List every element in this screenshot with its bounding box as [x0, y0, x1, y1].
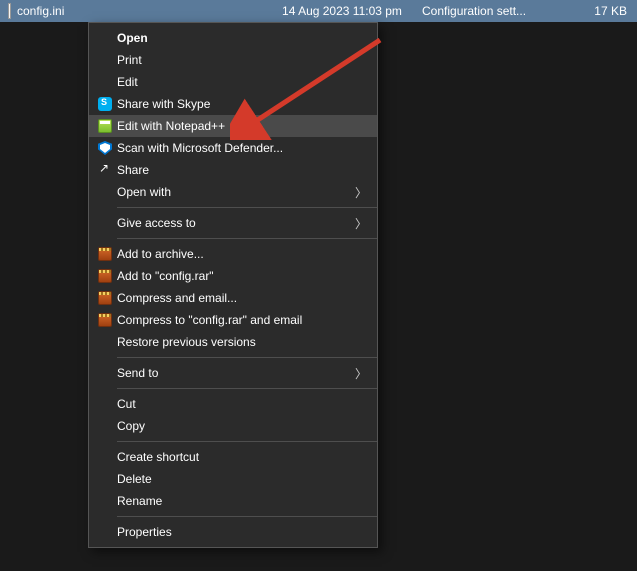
menu-give-access-label: Give access to [117, 216, 353, 230]
menu-rename[interactable]: Rename [89, 490, 377, 512]
winrar-icon [98, 247, 112, 261]
menu-restore-prev[interactable]: Restore previous versions [89, 331, 377, 353]
context-menu: Open Print Edit Share with Skype Edit wi… [88, 22, 378, 548]
ini-file-icon [8, 3, 11, 19]
menu-print[interactable]: Print [89, 49, 377, 71]
menu-separator [117, 357, 377, 358]
menu-separator [117, 441, 377, 442]
menu-open-label: Open [117, 31, 353, 45]
menu-print-label: Print [117, 53, 353, 67]
menu-open-with-label: Open with [117, 185, 353, 199]
menu-edit-label: Edit [117, 75, 353, 89]
menu-add-config-rar[interactable]: Add to "config.rar" [89, 265, 377, 287]
menu-separator [117, 207, 377, 208]
file-date: 14 Aug 2023 11:03 pm [262, 4, 422, 18]
menu-scan-defender[interactable]: Scan with Microsoft Defender... [89, 137, 377, 159]
menu-open-with[interactable]: Open with 〉 [89, 181, 377, 203]
menu-compress-email-label: Compress and email... [117, 291, 353, 305]
menu-add-config-rar-label: Add to "config.rar" [117, 269, 353, 283]
notepadpp-icon [98, 119, 112, 133]
menu-share[interactable]: Share [89, 159, 377, 181]
menu-delete-label: Delete [117, 472, 353, 486]
menu-edit-notepadpp-label: Edit with Notepad++ [117, 119, 353, 133]
menu-properties[interactable]: Properties [89, 521, 377, 543]
menu-restore-prev-label: Restore previous versions [117, 335, 353, 349]
menu-cut[interactable]: Cut [89, 393, 377, 415]
chevron-right-icon: 〉 [355, 215, 367, 232]
menu-compress-email[interactable]: Compress and email... [89, 287, 377, 309]
menu-send-to-label: Send to [117, 366, 353, 380]
menu-share-label: Share [117, 163, 353, 177]
winrar-icon [98, 313, 112, 327]
menu-share-skype[interactable]: Share with Skype [89, 93, 377, 115]
menu-properties-label: Properties [117, 525, 353, 539]
menu-add-archive[interactable]: Add to archive... [89, 243, 377, 265]
share-icon [98, 163, 112, 177]
menu-copy-label: Copy [117, 419, 353, 433]
menu-compress-config-email[interactable]: Compress to "config.rar" and email [89, 309, 377, 331]
menu-edit[interactable]: Edit [89, 71, 377, 93]
skype-icon [98, 97, 112, 111]
menu-create-shortcut-label: Create shortcut [117, 450, 353, 464]
menu-add-archive-label: Add to archive... [117, 247, 353, 261]
menu-separator [117, 388, 377, 389]
file-type: Configuration sett... [422, 4, 567, 18]
menu-give-access[interactable]: Give access to 〉 [89, 212, 377, 234]
menu-scan-defender-label: Scan with Microsoft Defender... [117, 141, 353, 155]
file-row-selected[interactable]: config.ini 14 Aug 2023 11:03 pm Configur… [0, 0, 637, 22]
menu-open[interactable]: Open [89, 27, 377, 49]
menu-cut-label: Cut [117, 397, 353, 411]
defender-icon [98, 141, 112, 155]
winrar-icon [98, 269, 112, 283]
menu-share-skype-label: Share with Skype [117, 97, 353, 111]
menu-edit-notepadpp[interactable]: Edit with Notepad++ [89, 115, 377, 137]
menu-delete[interactable]: Delete [89, 468, 377, 490]
menu-copy[interactable]: Copy [89, 415, 377, 437]
chevron-right-icon: 〉 [355, 184, 367, 201]
menu-send-to[interactable]: Send to 〉 [89, 362, 377, 384]
menu-rename-label: Rename [117, 494, 353, 508]
chevron-right-icon: 〉 [355, 365, 367, 382]
menu-separator [117, 516, 377, 517]
file-name: config.ini [17, 4, 262, 18]
menu-separator [117, 238, 377, 239]
menu-compress-config-email-label: Compress to "config.rar" and email [117, 313, 353, 327]
file-size: 17 KB [567, 4, 637, 18]
menu-create-shortcut[interactable]: Create shortcut [89, 446, 377, 468]
winrar-icon [98, 291, 112, 305]
